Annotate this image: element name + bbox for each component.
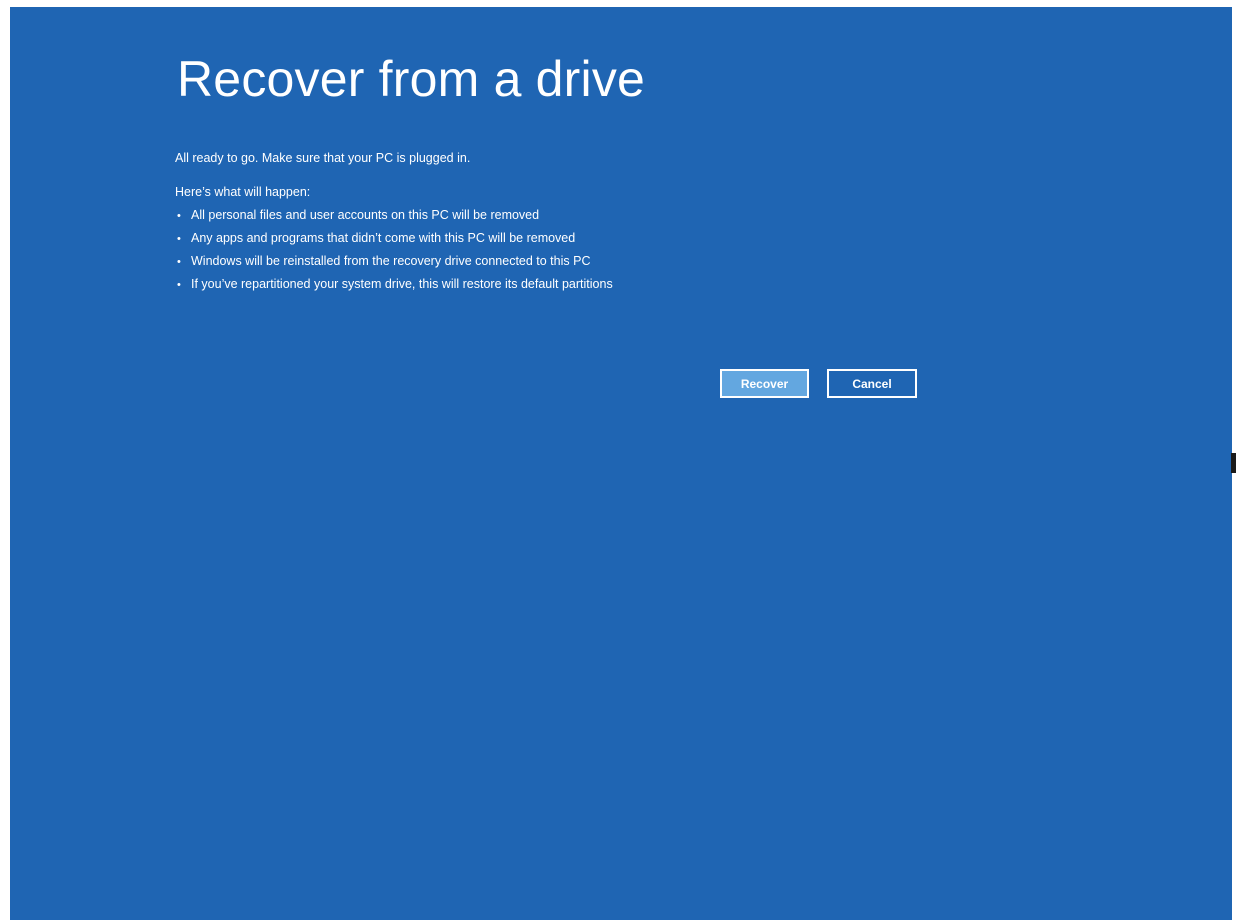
recover-button[interactable]: Recover (720, 369, 809, 398)
list-item: • If you’ve repartitioned your system dri… (175, 276, 613, 299)
happen-heading: Here’s what will happen: (175, 185, 311, 199)
bullet-icon: • (177, 233, 181, 245)
ready-message: All ready to go. Make sure that your PC … (175, 151, 471, 165)
list-item: • All personal files and user accounts on… (175, 207, 613, 230)
screen-edge-mark (1231, 453, 1236, 473)
bullet-icon: • (177, 210, 181, 222)
list-item-text: Any apps and programs that didn’t come w… (191, 231, 576, 245)
bullet-icon: • (177, 279, 181, 291)
list-item: • Windows will be reinstalled from the re… (175, 253, 613, 276)
list-item-text: Windows will be reinstalled from the rec… (191, 254, 591, 268)
list-item-text: All personal files and user accounts on … (191, 208, 540, 222)
cancel-button[interactable]: Cancel (827, 369, 917, 398)
page-title: Recover from a drive (177, 51, 646, 107)
bullet-icon: • (177, 256, 181, 268)
list-item: • Any apps and programs that didn’t come … (175, 230, 613, 253)
consequence-list: • All personal files and user accounts on… (175, 207, 613, 299)
list-item-text: If you’ve repartitioned your system driv… (191, 277, 613, 291)
recovery-screen: Recover from a drive All ready to go. Ma… (10, 7, 1232, 920)
